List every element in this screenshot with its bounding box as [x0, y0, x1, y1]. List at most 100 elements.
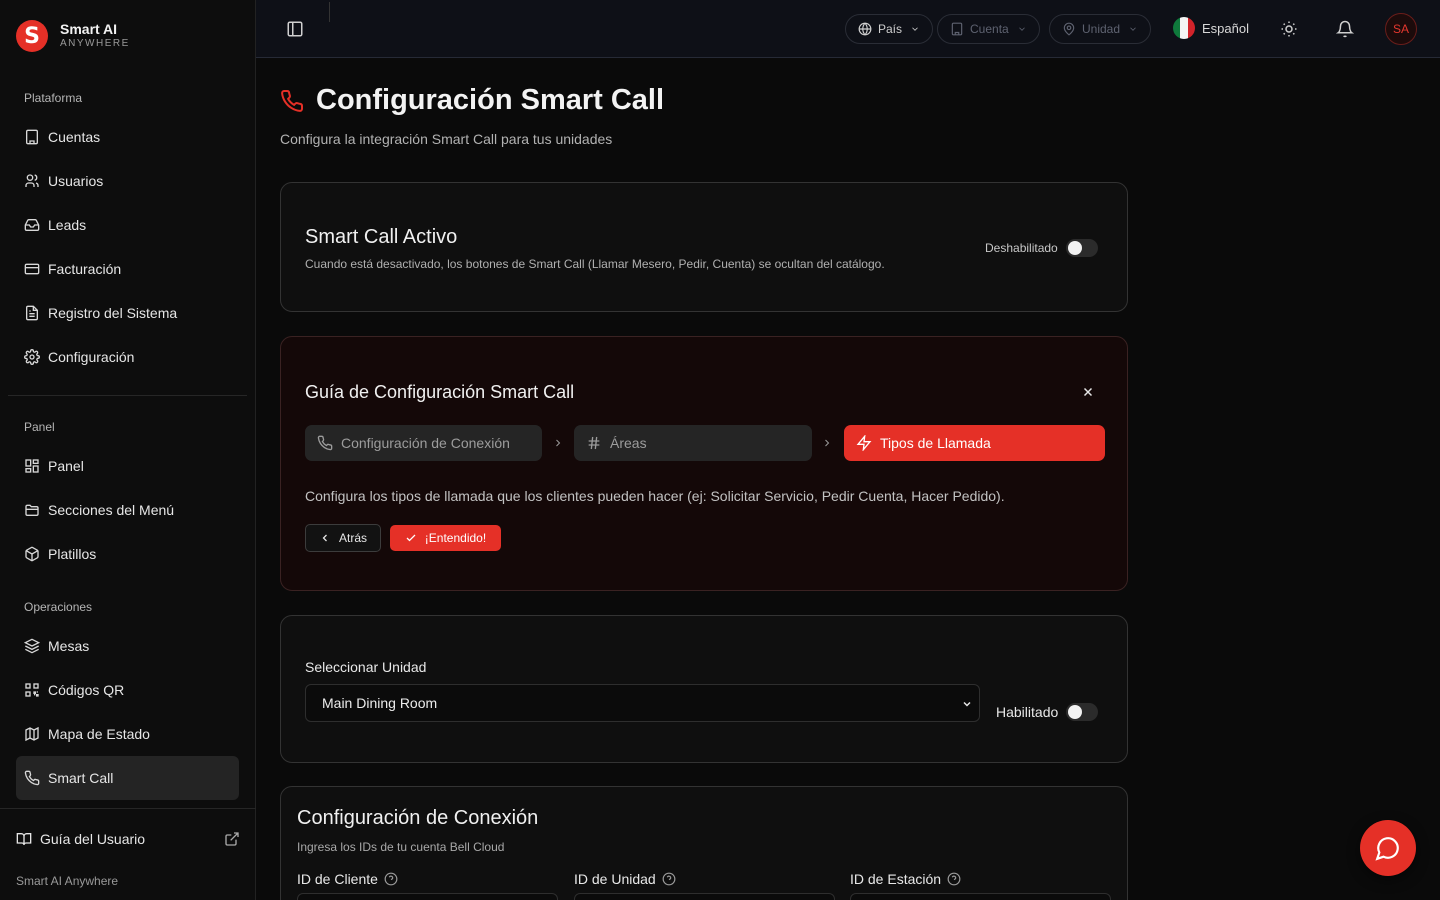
country-selector[interactable]: País: [845, 14, 934, 44]
close-icon[interactable]: [1081, 385, 1095, 399]
language-label: Español: [1202, 20, 1249, 36]
toggle-knob: [1067, 241, 1082, 255]
unit-enabled-toggle[interactable]: [1066, 703, 1099, 721]
brand-name: Smart AI: [60, 21, 118, 37]
brand[interactable]: S Smart AI ANYWHERE: [16, 20, 130, 52]
field-label-text: ID de Cliente: [297, 871, 378, 887]
sidebar-item-label: Leads: [48, 217, 87, 233]
phone-icon: [24, 770, 40, 786]
chat-button[interactable]: [1360, 820, 1416, 876]
field-label-text: ID de Estación: [850, 871, 942, 887]
grid-icon: [25, 459, 39, 473]
sidebar-item-configuracion[interactable]: Configuración: [16, 335, 239, 379]
sidebar-divider: [8, 395, 247, 396]
sidebar-item-mapa-estado[interactable]: Mapa de Estado: [16, 712, 239, 756]
user-guide-link[interactable]: Guía del Usuario: [16, 826, 240, 852]
card-title: Smart Call Activo: [305, 226, 458, 248]
connection-title: Configuración de Conexión: [297, 807, 539, 829]
inbox-icon: [24, 219, 40, 231]
unit-id-label: ID de Unidad: [574, 871, 676, 887]
unit-select-value: Main Dining Room: [322, 695, 438, 711]
sidebar-toggle-icon[interactable]: [286, 20, 304, 38]
active-status-label: Deshabilitado: [985, 241, 1058, 255]
step-label: Áreas: [610, 435, 647, 451]
sidebar: S Smart AI ANYWHERE Plataforma Cuentas U…: [0, 0, 256, 900]
country-label: País: [878, 22, 903, 36]
building-icon: [951, 22, 963, 36]
guide-description: Configura los tipos de llamada que los c…: [305, 488, 1005, 504]
sidebar-item-label: Códigos QR: [48, 682, 125, 698]
sidebar-item-label: Platillos: [48, 546, 97, 562]
avatar[interactable]: SA: [1385, 13, 1417, 45]
sidebar-item-smart-call[interactable]: Smart Call: [16, 756, 239, 800]
qr-code-icon: [25, 683, 39, 697]
account-label: Cuenta: [970, 22, 1009, 36]
map-pin-icon: [1063, 22, 1075, 36]
book-icon: [16, 833, 32, 846]
connection-config-card: Configuración de Conexión Ingresa los ID…: [280, 786, 1128, 900]
step-areas[interactable]: Áreas: [574, 425, 812, 461]
sidebar-footer-text: Smart AI Anywhere: [16, 874, 119, 888]
sidebar-item-leads[interactable]: Leads: [16, 203, 239, 247]
language-selector[interactable]: Español: [1173, 17, 1249, 39]
station-id-label: ID de Estación: [850, 871, 961, 887]
got-it-button-label: ¡Entendido!: [424, 531, 487, 545]
section-label-panel: Panel: [24, 420, 55, 434]
globe-icon: [858, 22, 872, 36]
help-circle-icon[interactable]: [947, 872, 961, 886]
mexico-flag-icon: [1173, 17, 1195, 39]
toggle-knob: [1068, 705, 1083, 719]
sidebar-item-label: Configuración: [48, 349, 135, 365]
sidebar-item-panel[interactable]: Panel: [16, 444, 239, 488]
sidebar-item-registro[interactable]: Registro del Sistema: [16, 291, 239, 335]
sidebar-item-usuarios[interactable]: Usuarios: [16, 159, 239, 203]
station-id-input[interactable]: [850, 893, 1111, 900]
sidebar-item-mesas[interactable]: Mesas: [16, 624, 239, 668]
unit-select-label: Seleccionar Unidad: [305, 659, 427, 675]
smart-call-active-toggle[interactable]: [1065, 239, 1098, 257]
connection-description: Ingresa los IDs de tu cuenta Bell Cloud: [297, 840, 505, 854]
sidebar-item-cuentas[interactable]: Cuentas: [16, 115, 239, 159]
account-selector[interactable]: Cuenta: [937, 14, 1040, 44]
step-label: Configuración de Conexión: [341, 435, 510, 451]
sidebar-item-secciones[interactable]: Secciones del Menú: [16, 488, 239, 532]
message-circle-icon: [1375, 837, 1399, 861]
section-label-operaciones: Operaciones: [24, 600, 93, 614]
unit-select[interactable]: Main Dining Room: [305, 684, 980, 722]
unit-status-label: Habilitado: [996, 704, 1059, 720]
chevron-down-icon: [1130, 27, 1136, 31]
unit-select-card: Seleccionar Unidad Main Dining Room Habi…: [280, 615, 1128, 763]
top-header: País Cuenta Unidad Español SA: [256, 0, 1440, 58]
sidebar-footer-divider: [0, 808, 256, 809]
card-description: Cuando está desactivado, los botones de …: [305, 257, 885, 271]
sidebar-item-platillos[interactable]: Platillos: [16, 532, 239, 576]
back-button[interactable]: Atrás: [305, 524, 381, 552]
sidebar-item-label: Mesas: [48, 638, 90, 654]
sun-icon[interactable]: [1280, 20, 1298, 38]
unit-selector[interactable]: Unidad: [1049, 14, 1152, 44]
external-link-icon: [225, 832, 239, 846]
setup-guide-card: Guía de Configuración Smart Call Configu…: [280, 336, 1128, 591]
unit-id-input[interactable]: [574, 893, 835, 900]
back-button-label: Atrás: [338, 531, 367, 545]
client-id-input[interactable]: [297, 893, 558, 900]
sidebar-item-label: Usuarios: [48, 173, 104, 189]
zap-icon: [856, 435, 872, 451]
file-text-icon: [26, 305, 38, 321]
header-separator: [329, 2, 330, 22]
bell-icon[interactable]: [1336, 20, 1354, 38]
help-circle-icon[interactable]: [384, 872, 398, 886]
unit-toggle-row: Habilitado: [996, 703, 1099, 721]
sidebar-item-codigos-qr[interactable]: Códigos QR: [16, 668, 239, 712]
chevron-down-icon: [912, 27, 918, 31]
page-header: Configuración Smart Call: [280, 84, 664, 117]
step-connection[interactable]: Configuración de Conexión: [305, 425, 542, 461]
layers-icon: [24, 638, 40, 654]
check-icon: [406, 534, 416, 542]
section-label-plataforma: Plataforma: [24, 91, 83, 105]
sidebar-item-facturacion[interactable]: Facturación: [16, 247, 239, 291]
gear-icon: [24, 349, 40, 365]
help-circle-icon[interactable]: [662, 872, 676, 886]
got-it-button[interactable]: ¡Entendido!: [390, 525, 501, 551]
step-call-types[interactable]: Tipos de Llamada: [844, 425, 1105, 461]
